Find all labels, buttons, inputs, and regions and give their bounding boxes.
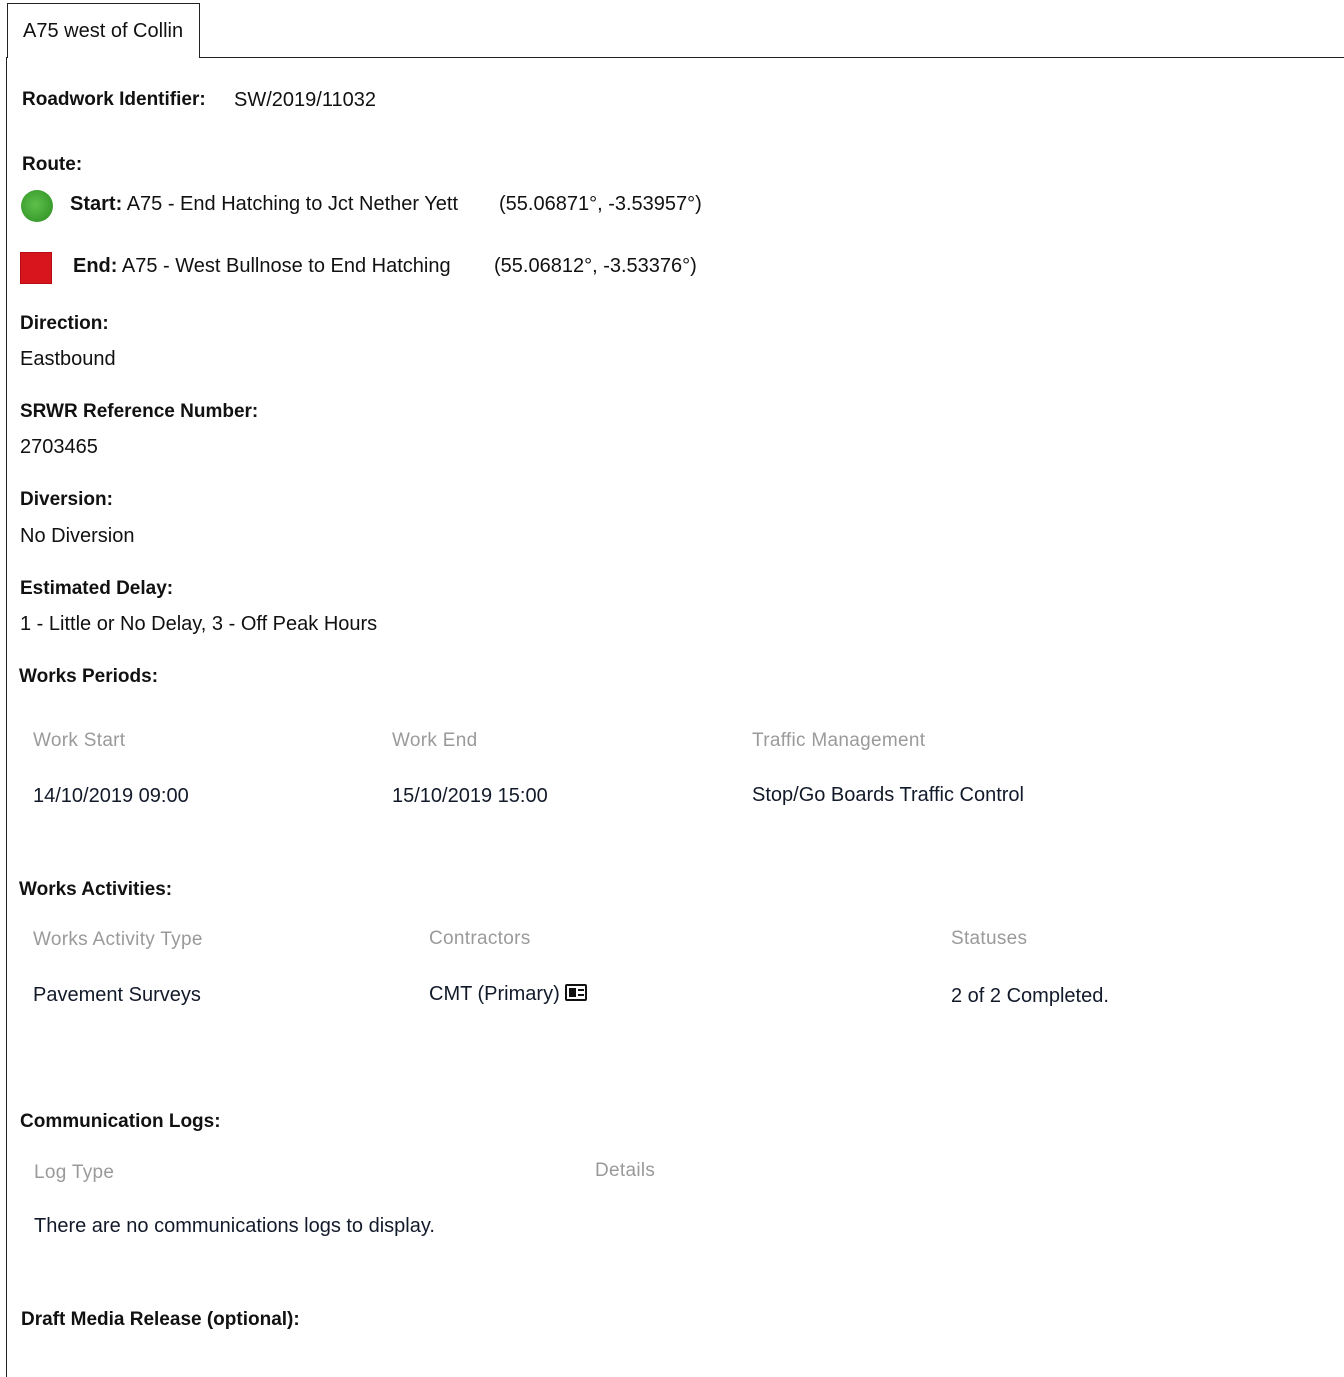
diversion-label: Diversion:: [20, 489, 113, 510]
works-period-traffic-management-cell: Stop/Go Boards Traffic Control: [752, 784, 1024, 806]
works-periods-header-traffic-management: Traffic Management: [752, 730, 926, 751]
works-activity-contractor-cell: CMT (Primary): [429, 983, 587, 1006]
direction-label: Direction:: [20, 313, 109, 334]
communication-logs-header-log-type: Log Type: [34, 1162, 115, 1183]
contact-card-icon[interactable]: [564, 984, 587, 1001]
direction-value: Eastbound: [20, 348, 116, 370]
contractor-name: CMT (Primary): [429, 983, 560, 1005]
route-end: End: A75 - West Bullnose to End Hatching: [73, 255, 451, 278]
srwr-reference-label: SRWR Reference Number:: [20, 401, 259, 422]
estimated-delay-value: 1 - Little or No Delay, 3 - Off Peak Hou…: [20, 613, 378, 635]
route-start-label: Start:: [70, 193, 123, 215]
communication-logs-label: Communication Logs:: [20, 1111, 221, 1132]
communication-logs-header-details: Details: [595, 1160, 656, 1181]
works-activities-header-statuses: Statuses: [951, 928, 1028, 949]
red-square-marker-icon[interactable]: [20, 252, 52, 284]
works-activities-header-contractors: Contractors: [429, 928, 531, 949]
route-label: Route:: [22, 154, 83, 175]
works-period-end-cell: 15/10/2019 15:00: [392, 785, 548, 807]
srwr-reference-value: 2703465: [20, 436, 98, 458]
route-end-text: A75 - West Bullnose to End Hatching: [121, 255, 451, 277]
works-activity-type-cell: Pavement Surveys: [33, 984, 201, 1006]
communication-logs-empty-message: There are no communications logs to disp…: [34, 1215, 435, 1237]
green-circle-marker-icon[interactable]: [21, 190, 53, 222]
works-periods-header-work-end: Work End: [392, 730, 478, 751]
roadwork-identifier-value: SW/2019/11032: [234, 89, 376, 111]
works-periods-header-work-start: Work Start: [33, 730, 126, 751]
draft-media-release-label: Draft Media Release (optional):: [21, 1309, 300, 1330]
route-start-coords: (55.06871°, -3.53957°): [499, 193, 702, 215]
tab-title: A75 west of Collin: [23, 20, 184, 42]
estimated-delay-label: Estimated Delay:: [20, 578, 174, 599]
tab-roadwork-title[interactable]: A75 west of Collin: [7, 3, 200, 58]
works-period-start-cell: 14/10/2019 09:00: [33, 785, 189, 807]
works-periods-label: Works Periods:: [19, 666, 159, 687]
route-start: Start: A75 - End Hatching to Jct Nether …: [70, 193, 458, 216]
diversion-value: No Diversion: [20, 525, 135, 547]
works-activity-status-cell: 2 of 2 Completed.: [951, 985, 1109, 1007]
route-end-label: End:: [73, 255, 118, 277]
works-activities-header-type: Works Activity Type: [33, 929, 203, 950]
roadwork-identifier-label: Roadwork Identifier:: [22, 89, 206, 110]
works-activities-label: Works Activities:: [19, 879, 173, 900]
route-start-text: A75 - End Hatching to Jct Nether Yett: [126, 193, 458, 215]
route-end-coords: (55.06812°, -3.53376°): [494, 255, 697, 277]
